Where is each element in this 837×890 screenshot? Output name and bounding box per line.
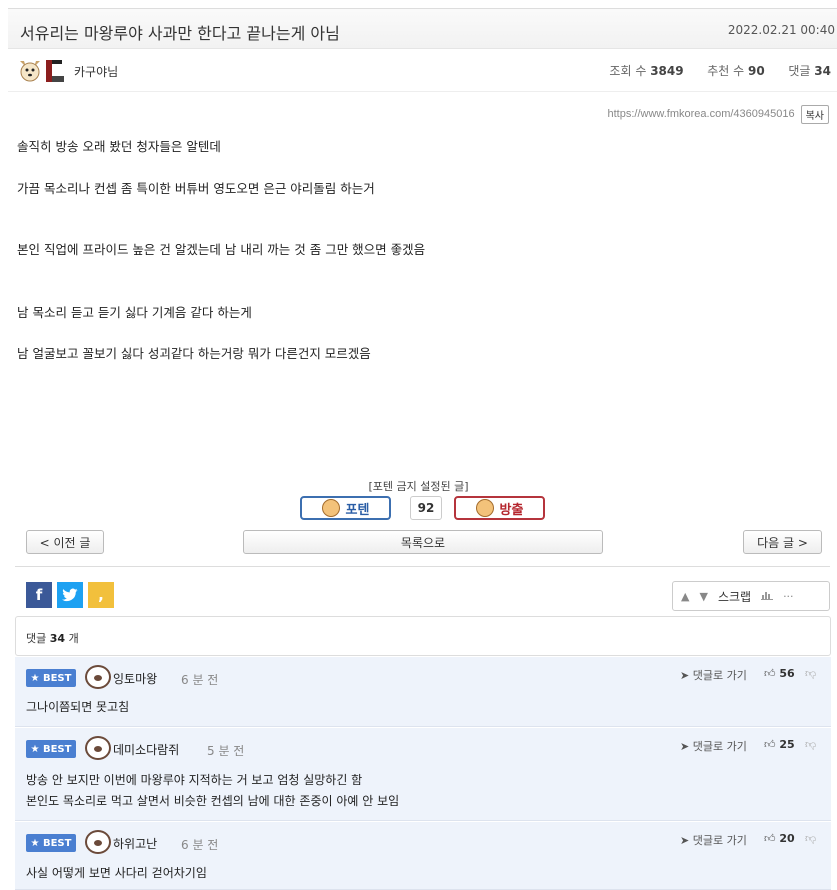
kakao-share-icon[interactable]: ,	[88, 582, 114, 608]
comment-count-number: 34	[49, 632, 66, 645]
thumbs-up-icon: 👍︎	[764, 832, 776, 845]
bangchul-button[interactable]: 방출	[454, 496, 545, 520]
commenter-nick[interactable]: 하위고난	[113, 835, 157, 852]
body-line: 남 얼굴보고 꼴보기 싫다 성괴같다 하는거랑 뭐가 다른건지 모르겠음	[17, 346, 371, 361]
best-badge: ★ BEST	[26, 834, 76, 852]
like-button[interactable]: 👍︎ 56	[764, 667, 795, 680]
goto-comment-link[interactable]: ➤ 댓글로 가기	[680, 738, 747, 754]
thumbs-down-icon[interactable]: 👎︎	[805, 832, 816, 845]
scrap-button[interactable]: 스크랩	[718, 588, 751, 605]
body-line: 본인 직업에 프라이드 높은 건 알겠는데 남 내리 까는 것 좀 그만 했으면…	[17, 242, 426, 257]
comment-text: 방송 안 보지만 이번에 마왕루야 지적하는 거 보고 엄청 실망하긴 함	[26, 773, 363, 787]
comment-count-prefix: 댓글	[26, 632, 47, 645]
goto-comment-link[interactable]: ➤ 댓글로 가기	[680, 832, 747, 848]
author-avatar[interactable]	[18, 58, 70, 84]
views-label: 조회 수	[609, 64, 647, 78]
scroll-up-icon[interactable]: ▲	[681, 590, 689, 603]
post-title: 서유리는 마왕루야 사과만 한다고 끝나는게 아님	[20, 24, 340, 43]
post-url[interactable]: https://www.fmkorea.com/4360945016	[607, 108, 794, 120]
best-comment: ★ BEST 하위고난 6 분 전 ➤ 댓글로 가기 👍︎ 20 👎︎ 사실 어…	[15, 822, 831, 890]
post-header: 서유리는 마왕루야 사과만 한다고 끝나는게 아님 2022.02.21 00:…	[8, 8, 837, 49]
copy-url-button[interactable]: 복사	[800, 104, 829, 124]
best-comment: ★ BEST 데미소다람쥐 5 분 전 ➤ 댓글로 가기 👍︎ 25 👎︎ 방송…	[15, 728, 831, 821]
twitter-share-icon[interactable]	[57, 582, 83, 608]
thumbs-up-icon: 👍︎	[764, 738, 776, 751]
poten-button[interactable]: 포텐	[300, 496, 391, 520]
scroll-down-icon[interactable]: ▼	[699, 590, 707, 603]
twitter-bird-icon	[62, 588, 78, 602]
poten-label: 포텐	[345, 502, 370, 518]
bangchul-label: 방출	[499, 502, 524, 518]
comment-count-suffix: 개	[68, 632, 79, 645]
comment-time: 6 분 전	[181, 673, 219, 687]
like-count: 25	[779, 738, 795, 751]
like-button[interactable]: 👍︎ 25	[764, 738, 795, 751]
best-badge: ★ BEST	[26, 740, 76, 758]
goto-comment-label: 댓글로 가기	[692, 669, 747, 682]
comment-text: 사실 어떻게 보면 사다리 걷어차기임	[26, 866, 207, 880]
like-count: 56	[779, 667, 795, 680]
back-to-list-button[interactable]: 목록으로	[243, 530, 603, 554]
author-icon	[20, 60, 64, 82]
post-date: 2022.02.21 00:40	[727, 23, 835, 37]
prev-post-button[interactable]: < 이전 글	[26, 530, 104, 554]
comments-label: 댓글	[788, 64, 811, 78]
commenter-avatar[interactable]	[85, 736, 111, 760]
angry-face-icon	[475, 499, 494, 517]
like-button[interactable]: 👍︎ 20	[764, 832, 795, 845]
next-post-button[interactable]: 다음 글 >	[743, 530, 822, 554]
divider	[15, 566, 830, 567]
comment-text: 그나이쯤되면 못고침	[26, 700, 130, 714]
comments-count: 34	[814, 64, 831, 78]
thumbs-up-icon: 👍︎	[764, 667, 776, 680]
best-badge: ★ BEST	[26, 669, 76, 687]
body-line: 솔직히 방송 오래 봤던 청자들은 알텐데	[17, 139, 221, 154]
thumbs-down-icon[interactable]: 👎︎	[805, 738, 816, 751]
author-nick[interactable]: 카구야님	[74, 63, 118, 80]
recommend-count: 90	[748, 64, 765, 78]
body-line: 가끔 목소리나 컨셉 좀 특이한 버튜버 영도오면 은근 야리돌림 하는거	[17, 181, 375, 196]
comment-count-box: 댓글 34 개	[15, 616, 831, 656]
facebook-share-icon[interactable]: f	[26, 582, 52, 608]
commenter-nick[interactable]: 잉토마왕	[113, 670, 157, 687]
commenter-avatar[interactable]	[85, 665, 111, 689]
like-count: 20	[779, 832, 795, 845]
more-icon[interactable]: ···	[783, 590, 794, 603]
views-count: 3849	[650, 64, 684, 78]
goto-comment-label: 댓글로 가기	[692, 740, 747, 753]
best-comment: ★ BEST 잉토마왕 6 분 전 ➤ 댓글로 가기 👍︎ 56 👎︎ 그나이쯤…	[15, 657, 831, 727]
post-url-row: https://www.fmkorea.com/4360945016 복사	[607, 104, 829, 124]
commenter-nick[interactable]: 데미소다람쥐	[113, 741, 179, 758]
vote-count: 92	[410, 496, 442, 520]
smile-face-icon	[321, 499, 340, 517]
fixed-post-note: [포텐 금지 설정된 글]	[368, 480, 469, 493]
goto-comment-link[interactable]: ➤ 댓글로 가기	[680, 667, 747, 683]
vote-row: 포텐 92 방출	[300, 496, 548, 522]
stats-icon[interactable]	[761, 590, 774, 603]
comment-time: 6 분 전	[181, 838, 219, 852]
comment-text: 본인도 목소리로 먹고 살면서 비슷한 컨셉의 남에 대한 존중이 아예 안 보…	[26, 794, 400, 808]
post-meta: 카구야님 조회 수 3849 추천 수 90 댓글 34	[8, 50, 837, 92]
comment-time: 5 분 전	[207, 744, 245, 758]
recommend-label: 추천 수	[707, 64, 745, 78]
thumbs-down-icon[interactable]: 👎︎	[805, 667, 816, 680]
goto-comment-label: 댓글로 가기	[692, 834, 747, 847]
post-tools: ▲ ▼ 스크랩 ···	[672, 581, 830, 611]
commenter-avatar[interactable]	[85, 830, 111, 854]
post-stats: 조회 수 3849 추천 수 90 댓글 34	[609, 62, 831, 79]
body-line: 남 목소리 듣고 듣기 싫다 기계음 같다 하는게	[17, 305, 252, 320]
